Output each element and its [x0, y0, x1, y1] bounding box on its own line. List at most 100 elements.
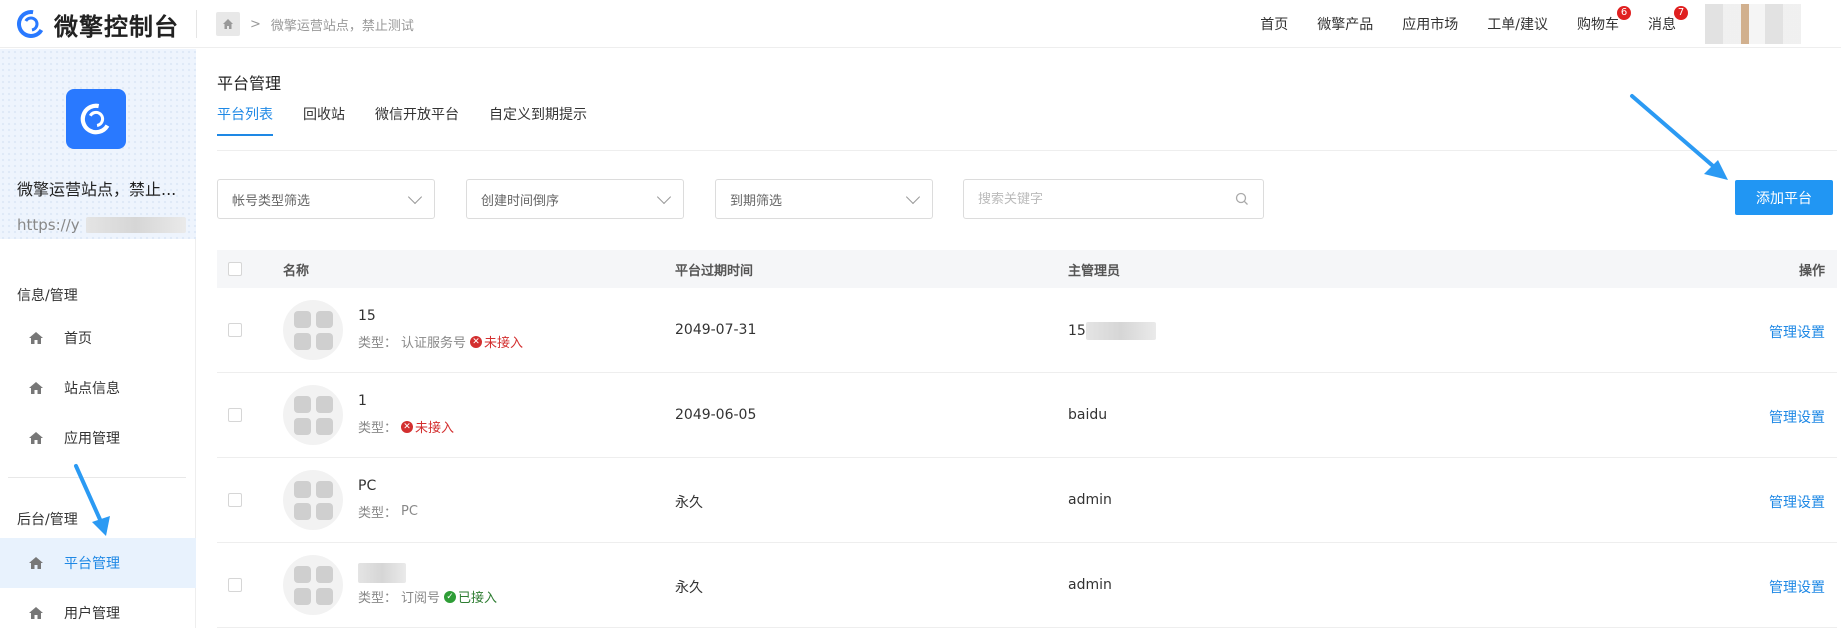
top-nav: 首页 微擎产品 应用市场 工单/建议 购物车 6 消息 7 [1260, 0, 1841, 48]
logo-divider [196, 10, 197, 38]
sidebar-item-user-management[interactable]: 用户管理 [0, 588, 196, 628]
sidebar-divider [8, 477, 186, 478]
type-label: 类型： [358, 591, 398, 606]
topnav-cart[interactable]: 购物车 6 [1577, 6, 1631, 34]
row-checkbox[interactable] [228, 323, 242, 337]
row-checkbox[interactable] [228, 493, 242, 507]
row-checkbox[interactable] [228, 578, 242, 592]
search-box [963, 179, 1264, 219]
account-type-filter[interactable]: 帐号类型筛选 [217, 179, 435, 219]
status-text: 已接入 [458, 591, 498, 606]
app-placeholder-icon [283, 555, 343, 615]
manage-settings-link[interactable]: 管理设置 [1769, 322, 1825, 342]
row-admin: admin [1068, 577, 1112, 593]
messages-label: 消息 [1648, 17, 1676, 33]
cart-label: 购物车 [1577, 17, 1619, 33]
weiqing-logo-icon [17, 10, 45, 38]
home-icon [29, 382, 43, 394]
home-icon[interactable] [216, 12, 240, 36]
table-row: 类型： 订阅号 ✓ 已接入 永久 admin 管理设置 [217, 543, 1837, 628]
tabs-divider [217, 150, 1837, 151]
site-card: 微擎运营站点，禁止... https://y [0, 49, 196, 239]
error-icon: ✕ [470, 335, 483, 348]
expiry-filter[interactable]: 到期筛选 [715, 179, 933, 219]
sidebar-item-label: 应用管理 [64, 431, 120, 447]
redacted-title [358, 563, 406, 583]
page-title: 平台管理 [217, 74, 282, 93]
account-type-filter-value: 帐号类型筛选 [232, 193, 311, 209]
row-type: 类型： 认证服务号 ✕ 未接入 [358, 332, 523, 351]
type-value: PC [401, 504, 418, 519]
sidebar-item-platform-management[interactable]: 平台管理 [0, 538, 196, 588]
main-content: 平台管理 平台列表 回收站 微信开放平台 自定义到期提示 帐号类型筛选 创建时间… [196, 49, 1841, 628]
column-header-expiry: 平台过期时间 [675, 263, 754, 279]
search-icon[interactable] [1235, 192, 1249, 206]
row-checkbox[interactable] [228, 408, 242, 422]
home-icon [29, 432, 43, 444]
chevron-down-icon [656, 189, 672, 204]
topnav-market[interactable]: 应用市场 [1402, 14, 1458, 34]
sidebar-item-home[interactable]: 首页 [0, 313, 196, 363]
chevron-down-icon [407, 189, 423, 204]
group-title-admin: 后台/管理 [17, 512, 78, 528]
select-all-checkbox[interactable] [228, 262, 242, 276]
tab-wechat-open-platform[interactable]: 微信开放平台 [375, 104, 459, 136]
table-row: 1 类型： ✕ 未接入 2049-06-05 baidu 管理设置 [217, 373, 1837, 458]
row-admin: 15 [1068, 322, 1156, 340]
manage-settings-link[interactable]: 管理设置 [1769, 577, 1825, 597]
sort-select[interactable]: 创建时间倒序 [466, 179, 684, 219]
row-admin: admin [1068, 492, 1112, 508]
app-placeholder-icon [283, 470, 343, 530]
sidebar-item-label: 首页 [64, 331, 92, 347]
brand-name: 微擎控制台 [54, 12, 179, 41]
check-icon: ✓ [444, 590, 457, 603]
sort-select-value: 创建时间倒序 [481, 193, 560, 209]
row-expiry: 永久 [675, 580, 703, 596]
search-input[interactable] [978, 191, 1228, 207]
type-label: 类型： [358, 506, 398, 521]
topnav-products[interactable]: 微擎产品 [1317, 14, 1373, 34]
type-value: 订阅号 [401, 591, 441, 606]
table-header: 名称 平台过期时间 主管理员 操作 [217, 250, 1837, 288]
row-title: 15 [358, 308, 376, 324]
site-name: 微擎运营站点，禁止... [17, 180, 177, 199]
topnav-tickets[interactable]: 工单/建议 [1487, 14, 1548, 34]
column-header-operation: 操作 [1798, 263, 1825, 279]
redacted-admin [1085, 322, 1156, 340]
sidebar-item-app-management[interactable]: 应用管理 [0, 413, 196, 463]
row-title: 1 [358, 393, 367, 409]
home-icon [29, 607, 43, 619]
row-expiry: 2049-06-05 [675, 407, 757, 423]
row-type: 类型： 订阅号 ✓ 已接入 [358, 587, 497, 606]
sidebar: 微擎运营站点，禁止... https://y 信息/管理 首页 站点信息 应用管… [0, 49, 196, 628]
redacted-url [85, 217, 186, 233]
sidebar-item-label: 站点信息 [64, 381, 120, 397]
breadcrumb: > 微擎运营站点，禁止测试 [216, 12, 414, 36]
manage-settings-link[interactable]: 管理设置 [1769, 407, 1825, 427]
status-badge: ✕ 未接入 [470, 332, 523, 351]
expiry-filter-value: 到期筛选 [730, 193, 783, 209]
user-avatar[interactable] [1705, 4, 1801, 44]
tab-recycle-bin[interactable]: 回收站 [303, 104, 345, 136]
add-platform-button[interactable]: 添加平台 [1735, 180, 1833, 215]
row-type: 类型： ✕ 未接入 [358, 417, 454, 436]
topnav-home[interactable]: 首页 [1260, 14, 1288, 34]
home-icon [29, 332, 43, 344]
sidebar-item-label: 平台管理 [64, 556, 120, 572]
top-bar: 微擎控制台 > 微擎运营站点，禁止测试 首页 微擎产品 应用市场 工单/建议 购… [0, 0, 1841, 48]
sidebar-item-site-info[interactable]: 站点信息 [0, 363, 196, 413]
breadcrumb-current[interactable]: 微擎运营站点，禁止测试 [271, 15, 414, 34]
column-header-name: 名称 [283, 263, 310, 279]
tab-platform-list[interactable]: 平台列表 [217, 104, 273, 136]
home-icon [29, 557, 43, 569]
table-row: 15 类型： 认证服务号 ✕ 未接入 2049-07-31 15 管理设置 [217, 288, 1837, 373]
tab-custom-expiry-notice[interactable]: 自定义到期提示 [489, 104, 587, 136]
message-count-badge: 7 [1674, 6, 1688, 20]
row-admin-text: 15 [1068, 323, 1086, 339]
brand-logo[interactable]: 微擎控制台 [16, 6, 179, 42]
app-placeholder-icon [283, 385, 343, 445]
status-text: 未接入 [415, 421, 455, 436]
manage-settings-link[interactable]: 管理设置 [1769, 492, 1825, 512]
topnav-messages[interactable]: 消息 7 [1648, 6, 1688, 34]
row-type: 类型： PC [358, 502, 418, 521]
